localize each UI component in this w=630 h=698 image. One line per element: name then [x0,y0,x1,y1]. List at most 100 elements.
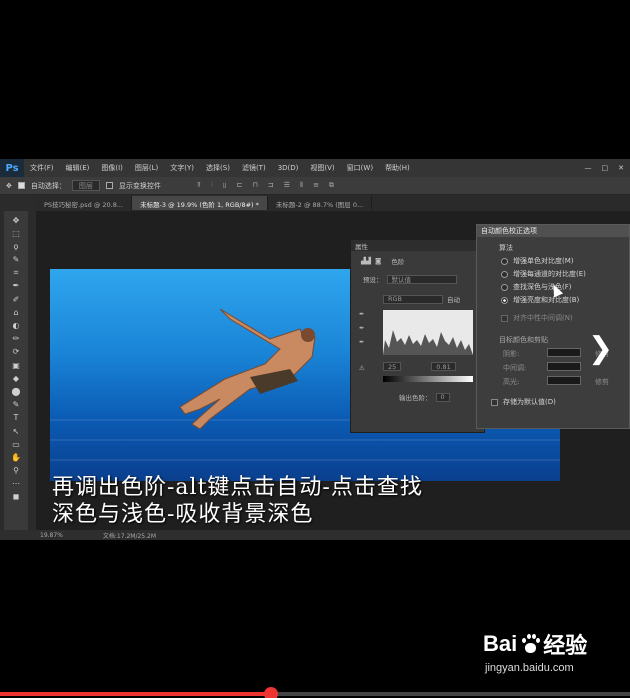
status-bar: 19.87% 文档:17.2M/25.2M [0,530,630,540]
target-section: 目标颜色和剪贴 [499,336,548,344]
healing-tool-icon[interactable]: ✐ [9,294,23,304]
blur-tool-icon[interactable]: ◆ [9,373,23,383]
option-per-channel[interactable]: 增强每通道的对比度(E) [501,269,586,279]
menu-3d[interactable]: 3D(D) [272,164,305,172]
baidu-paw-icon [520,634,541,654]
zoom-tool-icon[interactable]: ⚲ [9,466,23,476]
input-mid-field[interactable]: 0.81 [431,362,456,371]
white-eyedropper-icon[interactable]: ✒ [359,338,364,346]
tab-document-2[interactable]: 未标题-3 @ 19.9% (色阶 1, RGB/8#) * [132,196,268,210]
snap-neutral-row[interactable]: 对齐中性中间调(N) [501,313,573,323]
shadows-label: 阴影: [503,350,520,358]
show-transform-label: 显示变换控件 [118,181,161,190]
shape-tool-icon[interactable]: ▭ [9,439,23,449]
marquee-tool-icon[interactable]: ⬚ [9,228,23,238]
close-icon[interactable]: ✕ [618,164,624,172]
gradient-tool-icon[interactable]: ▣ [9,360,23,370]
auto-select-dropdown[interactable]: 图层 [71,180,100,191]
menu-select[interactable]: 选择(S) [200,163,236,173]
dodge-tool-icon[interactable]: ⬤ [9,386,23,396]
preset-dropdown[interactable]: 默认值 [386,274,457,284]
radio-brightness-contrast[interactable] [501,296,508,304]
quick-select-tool-icon[interactable]: ✎ [9,255,23,265]
output-gradient [383,376,473,382]
mask-icon[interactable]: ◙ [375,257,381,265]
next-slide-icon[interactable]: ❯ [588,334,613,364]
black-eyedropper-icon[interactable]: ✒ [359,310,364,318]
maximize-icon[interactable]: □ [602,164,609,172]
minimize-icon[interactable]: — [585,164,592,172]
distribute-v-icon[interactable]: ≡ [313,181,319,190]
video-progress-knob[interactable] [263,687,278,698]
distribute-icon[interactable]: ☰ [284,181,290,190]
menu-filter[interactable]: 滤镜(T) [236,163,272,173]
type-tool-icon[interactable]: T [9,413,23,423]
move-tool-icon[interactable]: ✥ [6,182,12,190]
show-transform-checkbox[interactable] [105,182,113,189]
channel-dropdown[interactable]: RGB [383,294,443,304]
radio-per-channel[interactable] [501,270,508,278]
save-default-checkbox[interactable] [491,398,498,406]
pen-tool-icon[interactable]: ✎ [9,400,23,410]
menu-layer[interactable]: 图层(L) [129,163,164,173]
hand-tool-icon[interactable]: ✋ [9,452,23,462]
save-default-row[interactable]: 存储为默认值(D) [491,397,556,407]
menu-window[interactable]: 窗口(W) [341,163,379,173]
gray-eyedropper-icon[interactable]: ✒ [359,324,364,332]
align-top-icon[interactable]: ⫪ [197,181,201,190]
path-select-tool-icon[interactable]: ↖ [9,426,23,436]
midtones-label: 中间调: [503,364,527,372]
jingyan-logo-text: 经验 [543,633,588,658]
option-brightness-contrast[interactable]: 增强亮度和对比度(B) [501,295,579,305]
caption-line-1: 再调出色阶-alt键点击自动-点击查找 [52,475,423,500]
highlights-swatch[interactable] [547,376,581,385]
highlights-clip-label: 修剪 [595,378,609,386]
menu-image[interactable]: 图像(I) [95,163,129,173]
align-middle-icon[interactable]: ⫶ [211,181,213,190]
align-right-icon[interactable]: ⊐ [268,181,274,190]
lasso-tool-icon[interactable]: ϙ [9,241,23,251]
properties-tab[interactable]: 属性 [351,240,484,251]
align-bottom-icon[interactable]: ⫫ [223,181,227,190]
window-controls: — □ ✕ [585,164,630,172]
input-black-field[interactable]: 25 [383,362,402,371]
tab-document-1[interactable]: PS技巧秘密.psd @ 20.8... [36,196,133,210]
caption-line-2: 深色与浅色-吸收背景深色 [52,502,314,527]
midtones-swatch[interactable] [547,362,581,371]
color-swatch-icon[interactable]: ◼ [9,492,23,502]
more-tools-icon[interactable]: ⋯ [9,479,23,489]
algorithm-section: 算法 [499,244,513,252]
menu-help[interactable]: 帮助(H) [379,163,416,173]
menu-type[interactable]: 文字(Y) [164,163,200,173]
brush-tool-icon[interactable]: ⌂ [9,307,23,317]
stamp-tool-icon[interactable]: ◐ [9,321,23,331]
eraser-tool-icon[interactable]: ⟳ [9,347,23,357]
auto-align-icon[interactable]: ⧉ [329,181,334,190]
align-icons: ⫪ ⫶ ⫫ ⊏ ⊓ ⊐ ☰ ⦀ ≡ ⧉ [197,181,334,190]
auto-select-checkbox[interactable] [17,182,25,189]
distribute-h-icon[interactable]: ⦀ [300,181,303,190]
radio-monochromatic[interactable] [501,257,508,265]
output-black-field[interactable]: 0 [435,392,450,402]
video-progress-fill [0,692,271,696]
shadows-swatch[interactable] [547,348,581,357]
options-bar: ✥ 自动选择： 图层 显示变换控件 ⫪ ⫶ ⫫ ⊏ ⊓ ⊐ ☰ ⦀ ≡ ⧉ [0,177,630,195]
crop-tool-icon[interactable]: ⌗ [9,268,23,278]
auto-button[interactable]: 自动 [447,294,460,304]
align-left-icon[interactable]: ⊏ [237,181,243,190]
menu-view[interactable]: 视图(V) [304,163,340,173]
tab-document-3[interactable]: 未标题-2 @ 88.7% (图层 0... [268,196,373,210]
history-brush-tool-icon[interactable]: ✏ [9,334,23,344]
output-label: 输出色阶： [399,394,432,402]
align-center-icon[interactable]: ⊓ [252,181,257,190]
document-tabs: PS技巧秘密.psd @ 20.8... 未标题-3 @ 19.9% (色阶 1… [36,196,630,210]
video-frame: Ps 文件(F) 编辑(E) 图像(I) 图层(L) 文字(Y) 选择(S) 滤… [0,0,630,698]
eyedropper-tool-icon[interactable]: ✒ [9,281,23,291]
radio-find-dark-light[interactable] [501,283,508,291]
move-tool-icon[interactable]: ✥ [9,215,23,225]
video-progress-bar[interactable] [0,687,630,698]
menu-file[interactable]: 文件(F) [24,163,60,173]
menu-edit[interactable]: 编辑(E) [60,163,96,173]
option-monochromatic[interactable]: 增强单色对比度(M) [501,256,574,266]
snap-neutral-checkbox[interactable] [501,314,508,322]
